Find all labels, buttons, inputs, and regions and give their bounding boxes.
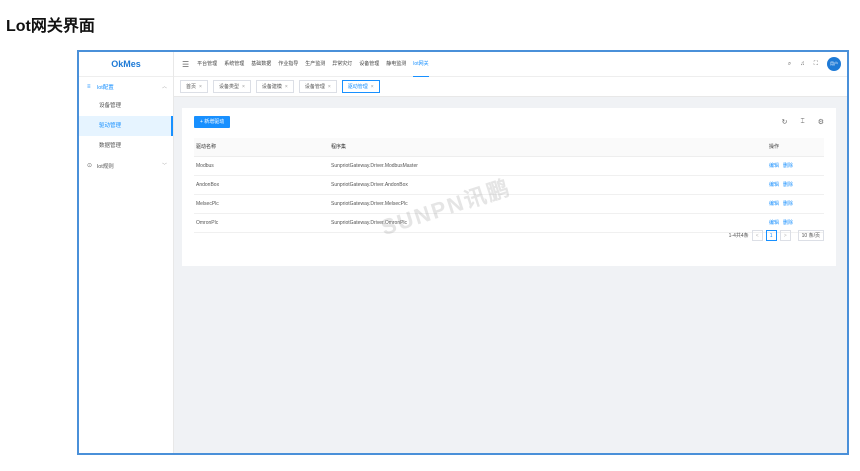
row-actions: 编辑 删除	[767, 156, 824, 176]
sidebar-group-label: lot规则	[97, 163, 114, 170]
chevron-up-icon: ︿	[161, 84, 167, 90]
gear-icon[interactable]: ⚙	[818, 118, 824, 126]
prev-page-button[interactable]: <	[751, 230, 763, 241]
row-actions: 编辑 删除	[767, 175, 824, 195]
add-driver-button[interactable]: + 新增驱动	[194, 116, 231, 128]
tab-device-modeling[interactable]: 设备建模 ×	[255, 80, 294, 93]
tab-label: 首页	[186, 84, 197, 90]
row-actions: 编辑 删除	[767, 194, 824, 214]
nav-item-equipment[interactable]: 设备管理	[359, 52, 379, 77]
close-icon[interactable]: ×	[242, 81, 245, 92]
pagination-summary: 1-4共4条	[728, 233, 749, 239]
search-icon[interactable]: ⌕	[788, 61, 791, 68]
edit-link[interactable]: 编辑	[769, 201, 779, 207]
delete-link[interactable]: 删除	[783, 182, 793, 188]
nav-item-esd[interactable]: 静电监测	[386, 52, 406, 77]
bell-icon[interactable]: ♫	[800, 61, 805, 67]
driver-name: MelsecPlc	[194, 194, 329, 214]
delete-link[interactable]: 删除	[783, 163, 793, 169]
app-window: OkMes ≡ lot配置 ︿ 设备管理 驱动管理 数据管理 ⊙ lot规则 ﹀…	[77, 50, 849, 455]
driver-assembly: SunpriotGateway.Driver.AndonBox	[329, 175, 767, 195]
close-icon[interactable]: ×	[199, 81, 202, 92]
top-icons: ⌕ ♫ ⛶ 用户	[788, 57, 841, 71]
tab-device-management[interactable]: 设备管理 ×	[298, 80, 337, 93]
tab-label: 设备管理	[304, 84, 325, 90]
tab-device-type[interactable]: 设备类型 ×	[212, 80, 251, 93]
sidebar-group-lot-rules[interactable]: ⊙ lot规则 ﹀	[79, 156, 173, 175]
driver-name: Modbus	[194, 156, 329, 176]
top-bar: ☰ 平台管理 系统管理 基础数据 作业指导 生产监测 异常灾灯 设备管理 静电监…	[174, 52, 847, 77]
edit-link[interactable]: 编辑	[769, 220, 779, 226]
edit-link[interactable]: 编辑	[769, 182, 779, 188]
sidebar-group-label: lot配置	[97, 84, 114, 91]
page-button-1[interactable]: 1	[765, 230, 777, 241]
column-header-assembly: 程序集	[329, 138, 767, 157]
column-height-icon[interactable]: ⌶	[801, 118, 805, 126]
nav-item-work-guide[interactable]: 作业指导	[278, 52, 298, 77]
delete-link[interactable]: 删除	[783, 201, 793, 207]
nav-item-system[interactable]: 系统管理	[224, 52, 244, 77]
driver-assembly: SunpriotGateway.Driver.ModbusMaster	[329, 156, 767, 176]
edit-link[interactable]: 编辑	[769, 163, 779, 169]
rule-icon: ⊙	[87, 163, 93, 169]
collapse-menu-icon[interactable]: ☰	[182, 60, 189, 69]
next-page-button[interactable]: >	[779, 230, 791, 241]
tabs-bar: 首页 × 设备类型 × 设备建模 × 设备管理 × 驱动管理 ×	[174, 77, 847, 97]
tab-home[interactable]: 首页 ×	[180, 80, 208, 93]
close-icon[interactable]: ×	[371, 81, 374, 92]
sidebar-item-device-management[interactable]: 设备管理	[79, 96, 173, 116]
table-header-row: 驱动名称 程序集 操作	[194, 138, 824, 157]
close-icon[interactable]: ×	[285, 81, 288, 92]
close-icon[interactable]: ×	[328, 81, 331, 92]
nav-item-production[interactable]: 生产监测	[305, 52, 325, 77]
chevron-down-icon: ﹀	[161, 163, 167, 169]
tab-label: 驱动管理	[347, 84, 368, 90]
driver-name: AndonBox	[194, 175, 329, 195]
table-row: Modbus SunpriotGateway.Driver.ModbusMast…	[194, 156, 824, 176]
sidebar-item-data-management[interactable]: 数据管理	[79, 136, 173, 156]
avatar[interactable]: 用户	[827, 57, 841, 71]
tab-driver-management[interactable]: 驱动管理 ×	[341, 80, 380, 93]
top-nav: 平台管理 系统管理 基础数据 作业指导 生产监测 异常灾灯 设备管理 静电监测 …	[197, 52, 788, 77]
app-logo: OkMes	[79, 52, 173, 77]
column-header-actions: 操作	[767, 138, 824, 157]
sidebar-group-lot-config[interactable]: ≡ lot配置 ︿	[79, 77, 173, 96]
pagination: 1-4共4条 < 1 > 10 条/页	[729, 230, 824, 241]
column-header-name: 驱动名称	[194, 138, 329, 157]
delete-link[interactable]: 删除	[783, 220, 793, 226]
nav-item-andon[interactable]: 异常灾灯	[332, 52, 352, 77]
refresh-icon[interactable]: ↻	[782, 118, 788, 126]
tab-label: 设备建模	[261, 84, 282, 90]
main-area: ☰ 平台管理 系统管理 基础数据 作业指导 生产监测 异常灾灯 设备管理 静电监…	[174, 52, 847, 453]
page-size-select[interactable]: 10 条/页	[797, 230, 824, 241]
card-tools: ↻ ⌶ ⚙	[782, 118, 824, 126]
tab-label: 设备类型	[218, 84, 239, 90]
nav-item-lot-gateway[interactable]: lot网关	[413, 52, 429, 77]
nav-item-basic-data[interactable]: 基础数据	[251, 52, 271, 77]
menu-lines-icon: ≡	[87, 83, 91, 90]
driver-name: OmronPlc	[194, 213, 329, 233]
fullscreen-icon[interactable]: ⛶	[814, 61, 818, 68]
nav-item-platform[interactable]: 平台管理	[197, 52, 217, 77]
sidebar: OkMes ≡ lot配置 ︿ 设备管理 驱动管理 数据管理 ⊙ lot规则 ﹀	[79, 52, 174, 453]
page-heading: Lot网关界面	[6, 18, 95, 35]
sidebar-item-driver-management[interactable]: 驱动管理	[79, 116, 173, 136]
